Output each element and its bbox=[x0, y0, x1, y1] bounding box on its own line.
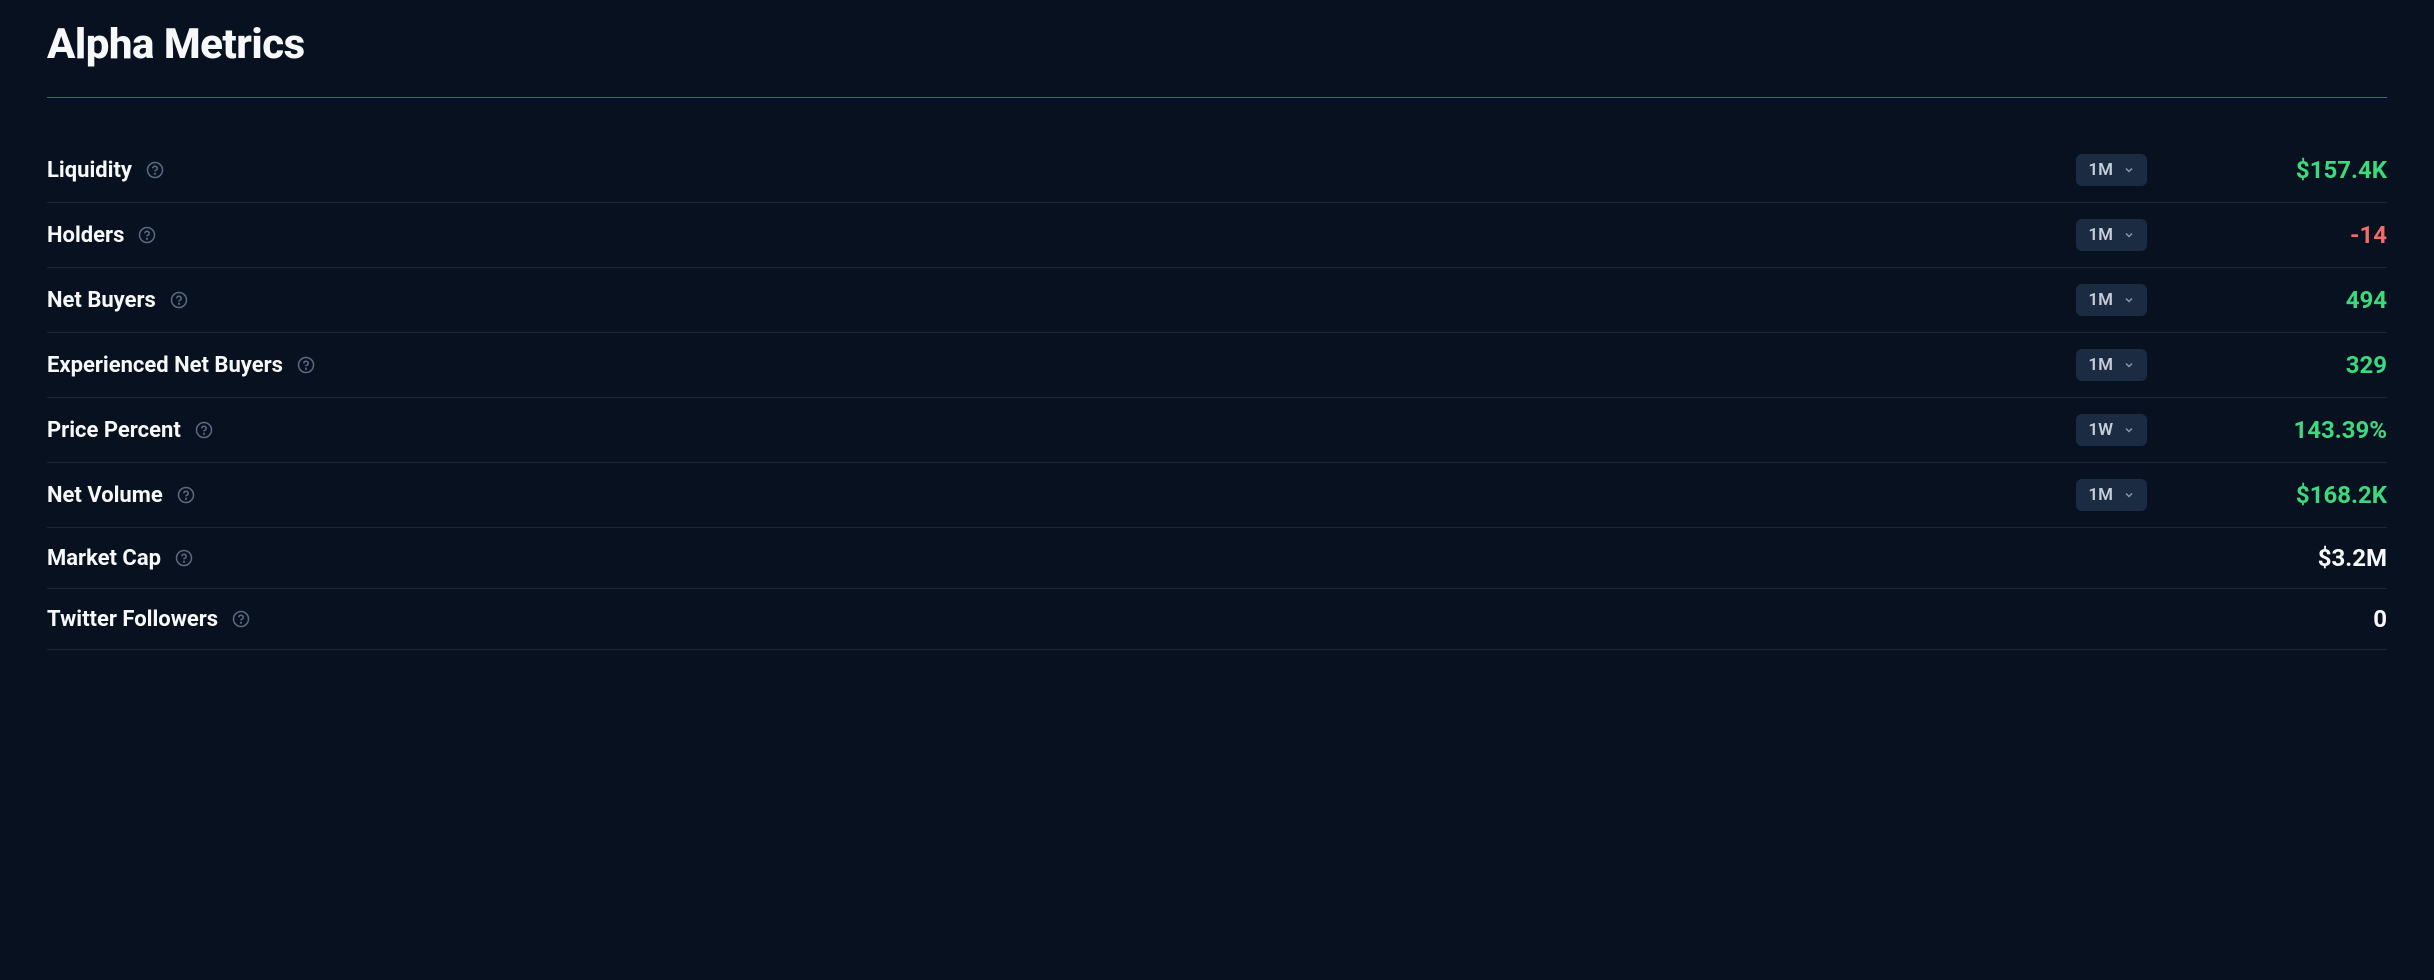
timeframe-dropdown[interactable]: 1M bbox=[2076, 154, 2147, 186]
metric-right: 0 bbox=[2187, 605, 2387, 633]
metric-value: 143.39% bbox=[2187, 416, 2387, 444]
metric-label: Net Buyers bbox=[47, 288, 156, 313]
metric-row: Twitter Followers 0 bbox=[47, 589, 2387, 650]
metric-label: Experienced Net Buyers bbox=[47, 353, 283, 378]
dropdown-label: 1M bbox=[2088, 485, 2113, 505]
chevron-down-icon bbox=[2123, 489, 2135, 501]
metric-right: 1M $157.4K bbox=[2076, 154, 2387, 186]
dropdown-label: 1M bbox=[2088, 290, 2113, 310]
metric-value: -14 bbox=[2187, 221, 2387, 249]
metric-left: Market Cap bbox=[47, 546, 193, 571]
metric-label: Holders bbox=[47, 223, 124, 248]
metric-left: Experienced Net Buyers bbox=[47, 353, 315, 378]
metric-left: Holders bbox=[47, 223, 156, 248]
metric-right: 1M 329 bbox=[2076, 349, 2387, 381]
metric-row: Liquidity 1M $157.4K bbox=[47, 138, 2387, 203]
help-icon[interactable] bbox=[232, 610, 250, 628]
metric-value: $168.2K bbox=[2187, 481, 2387, 509]
metric-row: Net Volume 1M $168.2K bbox=[47, 463, 2387, 528]
metric-right: $3.2M bbox=[2187, 544, 2387, 572]
metric-label: Twitter Followers bbox=[47, 607, 218, 632]
metric-row: Holders 1M -14 bbox=[47, 203, 2387, 268]
metric-right: 1W 143.39% bbox=[2076, 414, 2387, 446]
metric-value: $157.4K bbox=[2187, 156, 2387, 184]
timeframe-dropdown[interactable]: 1M bbox=[2076, 349, 2147, 381]
title-divider bbox=[47, 97, 2387, 98]
metric-row: Experienced Net Buyers 1M 329 bbox=[47, 333, 2387, 398]
metric-value: 0 bbox=[2187, 605, 2387, 633]
help-icon[interactable] bbox=[170, 291, 188, 309]
help-icon[interactable] bbox=[138, 226, 156, 244]
metrics-list: Liquidity 1M $157.4K Holders 1M -14 Net Buyers… bbox=[47, 138, 2387, 650]
metric-label: Price Percent bbox=[47, 418, 181, 443]
chevron-down-icon bbox=[2123, 359, 2135, 371]
metric-right: 1M $168.2K bbox=[2076, 479, 2387, 511]
dropdown-label: 1M bbox=[2088, 160, 2113, 180]
timeframe-dropdown[interactable]: 1W bbox=[2076, 414, 2147, 446]
dropdown-label: 1M bbox=[2088, 355, 2113, 375]
metric-left: Price Percent bbox=[47, 418, 213, 443]
help-icon[interactable] bbox=[297, 356, 315, 374]
metric-row: Net Buyers 1M 494 bbox=[47, 268, 2387, 333]
metric-value: 494 bbox=[2187, 286, 2387, 314]
metric-label: Market Cap bbox=[47, 546, 161, 571]
help-icon[interactable] bbox=[146, 161, 164, 179]
chevron-down-icon bbox=[2123, 294, 2135, 306]
timeframe-dropdown[interactable]: 1M bbox=[2076, 479, 2147, 511]
metric-left: Liquidity bbox=[47, 158, 164, 183]
section-title: Alpha Metrics bbox=[47, 20, 2387, 69]
chevron-down-icon bbox=[2123, 229, 2135, 241]
metric-value: 329 bbox=[2187, 351, 2387, 379]
chevron-down-icon bbox=[2123, 164, 2135, 176]
metric-left: Net Buyers bbox=[47, 288, 188, 313]
metric-left: Net Volume bbox=[47, 483, 195, 508]
metric-right: 1M -14 bbox=[2076, 219, 2387, 251]
metric-left: Twitter Followers bbox=[47, 607, 250, 632]
help-icon[interactable] bbox=[175, 549, 193, 567]
metric-row: Price Percent 1W 143.39% bbox=[47, 398, 2387, 463]
chevron-down-icon bbox=[2123, 424, 2135, 436]
timeframe-dropdown[interactable]: 1M bbox=[2076, 219, 2147, 251]
metric-label: Net Volume bbox=[47, 483, 163, 508]
metric-value: $3.2M bbox=[2187, 544, 2387, 572]
metric-label: Liquidity bbox=[47, 158, 132, 183]
dropdown-label: 1M bbox=[2088, 225, 2113, 245]
timeframe-dropdown[interactable]: 1M bbox=[2076, 284, 2147, 316]
help-icon[interactable] bbox=[195, 421, 213, 439]
help-icon[interactable] bbox=[177, 486, 195, 504]
metric-right: 1M 494 bbox=[2076, 284, 2387, 316]
metric-row: Market Cap $3.2M bbox=[47, 528, 2387, 589]
dropdown-label: 1W bbox=[2088, 420, 2113, 440]
